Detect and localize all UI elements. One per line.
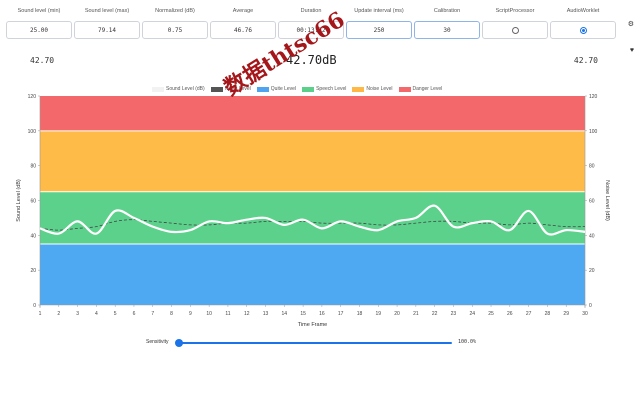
x-tick: 23 xyxy=(451,311,457,317)
y-tick-right: 120 xyxy=(589,94,598,100)
x-tick: 9 xyxy=(189,311,192,317)
x-tick: 2 xyxy=(57,311,60,317)
x-tick: 1 xyxy=(39,311,42,317)
x-tick: 13 xyxy=(263,311,269,317)
x-tick: 16 xyxy=(319,311,325,317)
x-tick: 20 xyxy=(394,311,400,317)
x-tick: 8 xyxy=(170,311,173,317)
x-tick: 15 xyxy=(300,311,306,317)
x-tick: 29 xyxy=(563,311,569,317)
y-tick-left: 80 xyxy=(30,164,36,170)
x-tick: 10 xyxy=(206,311,212,317)
x-tick: 25 xyxy=(488,311,494,317)
x-axis-label: Time Frame xyxy=(298,322,327,328)
x-tick: 24 xyxy=(469,311,475,317)
slider-label: Sensitivity xyxy=(146,339,169,345)
x-tick: 6 xyxy=(133,311,136,317)
y-axis-label-right: Noise Level (dB) xyxy=(604,180,610,221)
y-tick-right: 20 xyxy=(589,268,595,274)
x-tick: 26 xyxy=(507,311,513,317)
x-tick: 12 xyxy=(244,311,250,317)
y-tick-left: 100 xyxy=(28,129,37,135)
y-tick-right: 40 xyxy=(589,233,595,239)
x-tick: 4 xyxy=(95,311,98,317)
y-tick-left: 0 xyxy=(33,303,36,309)
x-tick: 7 xyxy=(151,311,154,317)
x-tick: 30 xyxy=(582,311,588,317)
y-tick-left: 60 xyxy=(30,199,36,205)
x-tick: 18 xyxy=(357,311,363,317)
sound-level-chart: 0 020 2040 4060 6080 80100 100120 1201 2 3 4 5 6 7 8 9 1… xyxy=(16,94,610,328)
y-tick-right: 60 xyxy=(589,199,595,205)
band-danger-level xyxy=(40,96,585,131)
y-tick-right: 80 xyxy=(589,164,595,170)
slider-thumb[interactable] xyxy=(175,339,183,347)
slider-value: 100.0% xyxy=(458,339,477,345)
band-noise-level xyxy=(40,130,585,192)
y-axis-label-left: Sound Level (dB) xyxy=(16,179,22,222)
band-quite-level xyxy=(40,244,585,305)
x-tick: 28 xyxy=(545,311,551,317)
y-tick-left: 20 xyxy=(30,268,36,274)
x-tick: 17 xyxy=(338,311,344,317)
x-tick: 3 xyxy=(76,311,79,317)
x-tick: 19 xyxy=(375,311,381,317)
y-tick-left: 40 xyxy=(30,233,36,239)
x-tick: 5 xyxy=(114,311,117,317)
x-tick: 14 xyxy=(282,311,288,317)
band-speech-level xyxy=(40,191,585,245)
x-tick: 22 xyxy=(432,311,438,317)
slider-track[interactable] xyxy=(179,342,452,344)
x-tick: 27 xyxy=(526,311,532,317)
y-tick-right: 0 xyxy=(589,303,592,309)
y-tick-right: 100 xyxy=(589,129,598,135)
x-tick: 21 xyxy=(413,311,419,317)
y-tick-left: 120 xyxy=(28,94,37,100)
sensitivity-slider[interactable]: Sensitivity 100.0% xyxy=(146,337,486,349)
x-tick: 11 xyxy=(225,311,230,317)
